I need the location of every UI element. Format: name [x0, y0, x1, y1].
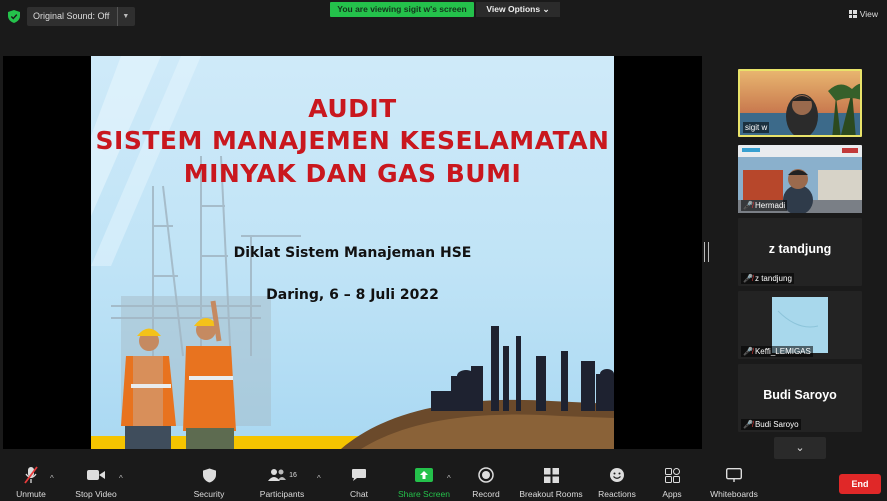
record-icon [478, 467, 494, 483]
mic-muted-icon: 🎤̸ [743, 201, 753, 210]
security-shield-icon [8, 10, 20, 23]
unmute-button[interactable]: Unmute [12, 465, 50, 499]
view-button[interactable]: View [848, 9, 878, 19]
shared-screen: AUDIT SISTEM MANAJEMEN KESELAMATAN MINYA… [3, 56, 702, 449]
reactions-label: Reactions [598, 489, 636, 499]
participants-icon [268, 469, 287, 481]
slide-date: Daring, 6 – 8 Juli 2022 [266, 287, 439, 303]
participants-button[interactable]: 16 Participants [256, 465, 308, 499]
unmute-label: Unmute [16, 489, 46, 499]
mic-muted-icon [24, 466, 38, 484]
original-sound-label: Original Sound: Off [33, 11, 110, 21]
end-meeting-button[interactable]: End [839, 474, 881, 494]
participant-display-name: Budi Saroyo [763, 388, 837, 402]
share-screen-label: Share Screen [398, 489, 450, 499]
reactions-button[interactable]: Reactions [596, 465, 638, 499]
mic-muted-icon: 🎤̸ [743, 274, 753, 283]
security-button[interactable]: Security [190, 465, 228, 499]
breakout-rooms-label: Breakout Rooms [519, 489, 583, 499]
participant-name: z tandjung [754, 274, 792, 283]
grid-view-icon [848, 10, 857, 18]
audio-options-caret[interactable]: ^ [50, 474, 54, 483]
participant-name: Hermadi [754, 201, 786, 210]
participant-tile[interactable]: sigit w [738, 69, 862, 137]
chevron-down-icon: ⌄ [795, 442, 805, 454]
participant-name: Keffi_LEMIGAS [754, 347, 811, 356]
record-button[interactable]: Record [470, 465, 502, 499]
chat-bubble-icon [352, 469, 366, 481]
participant-tile[interactable]: 🎤̸ Hermadi [738, 145, 862, 213]
participant-name: sigit w [745, 123, 768, 132]
security-label: Security [193, 489, 225, 499]
original-sound-button[interactable]: Original Sound: Off ▼ [27, 7, 136, 26]
share-options-caret[interactable]: ^ [447, 474, 451, 483]
slide-subtitle: Diklat Sistem Manajeman HSE [233, 245, 472, 261]
chat-button[interactable]: Chat [344, 465, 374, 499]
apps-icon [664, 467, 680, 483]
participant-display-name: z tandjung [768, 242, 832, 256]
mic-muted-icon: 🎤̸ [743, 420, 753, 429]
slide-title-line: SISTEM MANAJEMEN KESELAMATAN [95, 126, 610, 155]
participants-count: 16 [289, 471, 297, 479]
viewing-screen-banner: You are viewing sigit w's screen [330, 2, 474, 17]
reactions-smiley-icon [610, 468, 624, 482]
apps-label: Apps [662, 489, 682, 499]
view-label: View [859, 9, 878, 19]
chevron-down-icon: ⌄ [542, 4, 550, 14]
view-options-button[interactable]: View Options ⌄ [476, 2, 560, 17]
slide-title-line: AUDIT [308, 94, 397, 123]
participant-tile[interactable]: 🎤̸ Keffi_LEMIGAS [738, 291, 862, 359]
breakout-rooms-button[interactable]: Breakout Rooms [518, 465, 584, 499]
whiteboard-icon [726, 468, 742, 482]
stop-video-button[interactable]: Stop Video [72, 465, 120, 499]
chevron-down-icon[interactable]: ▼ [122, 7, 129, 26]
chat-label: Chat [350, 489, 368, 499]
record-label: Record [472, 489, 500, 499]
participants-label: Participants [259, 489, 305, 499]
view-options-label: View Options [486, 4, 541, 14]
security-shield-icon [202, 467, 216, 483]
apps-button[interactable]: Apps [659, 465, 685, 499]
participants-options-caret[interactable]: ^ [317, 474, 321, 483]
panel-resize-handle[interactable] [704, 242, 709, 262]
whiteboards-button[interactable]: Whiteboards [708, 465, 760, 499]
video-options-caret[interactable]: ^ [119, 474, 123, 483]
slide-title-line: MINYAK DAN GAS BUMI [183, 159, 522, 188]
video-camera-icon [87, 470, 105, 480]
mic-muted-icon: 🎤̸ [743, 347, 753, 356]
participant-name: Budi Saroyo [754, 420, 799, 429]
whiteboards-label: Whiteboards [710, 489, 758, 499]
participant-tile[interactable]: z tandjung 🎤̸ z tandjung [738, 218, 862, 286]
meeting-toolbar: Unmute ^ Stop Video ^ Security 16 Partic… [0, 462, 887, 501]
stop-video-label: Stop Video [75, 489, 117, 499]
scroll-participants-down-button[interactable]: ⌄ [774, 437, 826, 459]
share-screen-icon [415, 468, 433, 482]
breakout-rooms-icon [543, 467, 559, 483]
share-screen-button[interactable]: Share Screen [397, 465, 451, 499]
presentation-slide: AUDIT SISTEM MANAJEMEN KESELAMATAN MINYA… [91, 56, 614, 449]
participant-tile[interactable]: Budi Saroyo 🎤̸ Budi Saroyo [738, 364, 862, 432]
top-bar: Original Sound: Off ▼ You are viewing si… [0, 0, 887, 56]
